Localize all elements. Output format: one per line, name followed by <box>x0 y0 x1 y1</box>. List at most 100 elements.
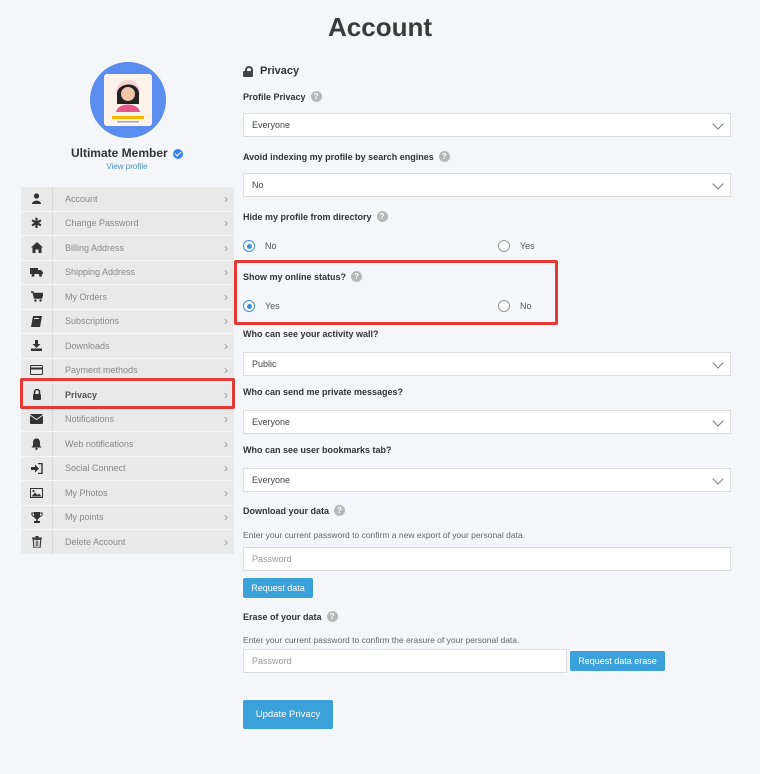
cart-icon <box>21 285 53 309</box>
chevron-right-icon: › <box>224 191 228 206</box>
page-title: Account <box>328 12 432 42</box>
chevron-down-icon <box>712 357 724 369</box>
help-icon[interactable]: ? <box>310 91 322 102</box>
sidebar-item-social-connect[interactable]: Social Connect › <box>21 456 234 481</box>
sidebar-item-label: Downloads <box>65 340 110 351</box>
account-nav: Account › ✱ Change Password › Billing Ad… <box>21 187 234 555</box>
profile-privacy-label-text: Profile Privacy <box>243 91 306 102</box>
trash-icon <box>21 530 53 554</box>
chevron-down-icon <box>712 473 724 485</box>
sidebar-item-label: Billing Address <box>65 242 125 253</box>
chevron-right-icon: › <box>224 240 228 255</box>
download-data-help: Enter your current password to confirm a… <box>243 530 526 540</box>
help-icon[interactable]: ? <box>326 611 338 622</box>
profile-privacy-select[interactable]: Everyone <box>243 113 731 137</box>
truck-icon <box>21 260 53 284</box>
sidebar-item-account[interactable]: Account › <box>21 187 234 212</box>
image-icon <box>21 481 53 505</box>
sidebar-item-my-orders[interactable]: My Orders › <box>21 285 234 310</box>
private-messages-label-text: Who can send me private messages? <box>243 387 404 397</box>
erase-data-help: Enter your current password to confirm t… <box>243 635 520 645</box>
sidebar-item-downloads[interactable]: Downloads › <box>21 334 234 359</box>
hide-directory-label-text: Hide my profile from directory <box>243 211 372 222</box>
activity-wall-label-text: Who can see your activity wall? <box>243 329 379 339</box>
profile-name[interactable]: Ultimate Member <box>20 146 234 160</box>
erase-password-input[interactable]: Password <box>243 649 567 673</box>
sidebar-item-my-photos[interactable]: My Photos › <box>21 481 234 506</box>
avoid-indexing-label-text: Avoid indexing my profile by search engi… <box>243 151 434 162</box>
private-messages-select[interactable]: Everyone <box>243 410 731 434</box>
sidebar-item-billing-address[interactable]: Billing Address › <box>21 236 234 261</box>
request-data-button[interactable]: Request data <box>243 578 313 598</box>
download-icon <box>21 334 53 358</box>
download-data-label-text: Download your data <box>243 505 330 516</box>
profile-privacy-label: Profile Privacy ? <box>243 91 322 102</box>
avoid-indexing-select[interactable]: No <box>243 173 731 197</box>
sidebar-item-subscriptions[interactable]: Subscriptions › <box>21 309 234 334</box>
sidebar-item-notifications[interactable]: Notifications › <box>21 407 234 432</box>
home-icon <box>21 236 53 260</box>
request-data-erase-button[interactable]: Request data erase <box>570 651 665 671</box>
chevron-right-icon: › <box>224 412 228 427</box>
chevron-right-icon: › <box>224 534 228 549</box>
sidebar-item-label: My Orders <box>65 291 108 302</box>
verified-badge-icon <box>173 148 184 159</box>
sidebar-item-my-points[interactable]: My points › <box>21 505 234 530</box>
view-profile-link[interactable]: View profile <box>20 162 234 171</box>
sidebar-item-label: Web notifications <box>65 438 134 449</box>
sidebar-item-label: Change Password <box>65 218 139 229</box>
sidebar-item-change-password[interactable]: ✱ Change Password › <box>21 211 234 236</box>
sidebar-item-label: Shipping Address <box>65 267 136 278</box>
radio-button[interactable] <box>243 240 255 252</box>
hide-directory-option-yes[interactable]: Yes <box>498 240 535 252</box>
download-password-input[interactable]: Password <box>243 547 731 571</box>
sidebar-item-delete-account[interactable]: Delete Account › <box>21 530 234 555</box>
erase-data-label-text: Erase of your data <box>243 611 322 622</box>
highlight-box-privacy-nav <box>20 378 235 409</box>
chevron-right-icon: › <box>224 314 228 329</box>
update-privacy-button[interactable]: Update Privacy <box>243 700 333 729</box>
radio-label: No <box>265 241 277 251</box>
hide-directory-radios: No Yes <box>243 240 731 254</box>
avatar-illustration-icon <box>90 62 166 138</box>
erase-data-label: Erase of your data ? <box>243 611 338 622</box>
help-icon[interactable]: ? <box>334 505 346 516</box>
section-heading: Privacy <box>243 62 731 80</box>
sidebar-item-label: Account <box>65 193 98 204</box>
chevron-right-icon: › <box>224 216 228 231</box>
book-icon <box>21 309 53 333</box>
chevron-right-icon: › <box>224 265 228 280</box>
avoid-indexing-label: Avoid indexing my profile by search engi… <box>243 151 450 162</box>
highlight-box-online-status <box>234 260 558 325</box>
hide-directory-option-no[interactable]: No <box>243 240 277 252</box>
privacy-form: Privacy Profile Privacy ? Everyone Avoid… <box>243 62 731 729</box>
radio-button[interactable] <box>498 240 510 252</box>
sidebar-item-label: Notifications <box>65 414 115 425</box>
sidebar-item-label: Subscriptions <box>65 316 120 327</box>
radio-label: Yes <box>520 241 535 251</box>
sidebar-item-web-notifications[interactable]: Web notifications › <box>21 432 234 457</box>
chevron-right-icon: › <box>224 436 228 451</box>
profile-name-text[interactable]: Ultimate Member <box>71 146 168 160</box>
sidebar-item-label: Social Connect <box>65 463 126 474</box>
chevron-right-icon: › <box>224 485 228 500</box>
bookmarks-tab-value: Everyone <box>252 475 291 485</box>
trophy-icon <box>21 505 53 529</box>
help-icon[interactable]: ? <box>438 151 450 162</box>
private-messages-value: Everyone <box>252 417 291 427</box>
sidebar-item-shipping-address[interactable]: Shipping Address › <box>21 260 234 285</box>
section-heading-text: Privacy <box>260 65 300 77</box>
bookmarks-tab-label-text: Who can see user bookmarks tab? <box>243 445 392 455</box>
chevron-right-icon: › <box>224 363 228 378</box>
lock-icon <box>243 65 253 77</box>
activity-wall-select[interactable]: Public <box>243 352 731 376</box>
bookmarks-tab-label: Who can see user bookmarks tab? <box>243 445 392 455</box>
bookmarks-tab-select[interactable]: Everyone <box>243 468 731 492</box>
chevron-down-icon <box>712 178 724 190</box>
avatar[interactable] <box>90 62 166 138</box>
chevron-right-icon: › <box>224 510 228 525</box>
sidebar-item-label: Delete Account <box>65 536 126 547</box>
help-icon[interactable]: ? <box>376 211 388 222</box>
chevron-down-icon <box>712 118 724 130</box>
chevron-right-icon: › <box>224 338 228 353</box>
